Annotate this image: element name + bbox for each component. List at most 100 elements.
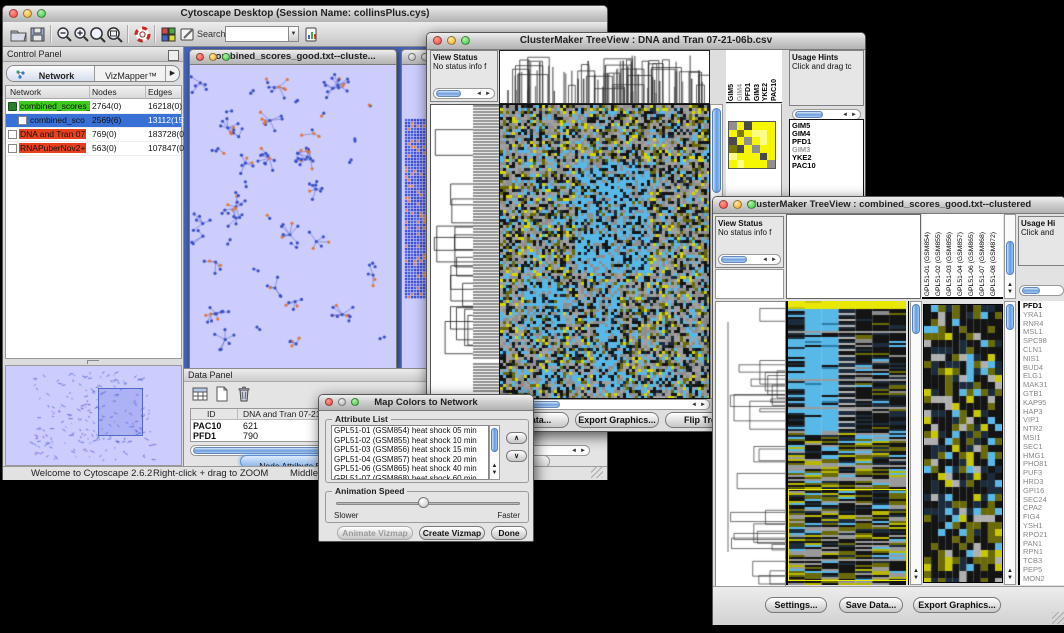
panel-splitter[interactable]: [87, 360, 99, 364]
col-header-nodes[interactable]: Nodes: [92, 87, 117, 97]
row-value[interactable]: 790: [243, 431, 258, 441]
scroll-up-arrow[interactable]: ▲: [1005, 568, 1015, 575]
minimize-button[interactable]: [23, 9, 32, 18]
attribute-list-item[interactable]: GPL51-07 (GSM868) heat shock 60 min: [332, 474, 488, 480]
speed-slider-thumb[interactable]: [418, 497, 429, 508]
scroll-up-arrow[interactable]: ▲: [490, 463, 499, 470]
treeview2-titlebar[interactable]: ClusterMaker TreeView : combined_scores_…: [713, 197, 1064, 214]
close-button[interactable]: [719, 200, 728, 209]
scrollbar-thumb[interactable]: [436, 90, 461, 97]
row-id[interactable]: PAC10: [193, 421, 221, 431]
close-button[interactable]: [9, 9, 18, 18]
attribute-table-icon[interactable]: [192, 386, 208, 402]
zoom-in-icon[interactable]: [73, 26, 90, 43]
network-table-row[interactable]: combined_sco2569(6)13112(15): [6, 114, 181, 128]
minimize-button[interactable]: [447, 36, 456, 45]
scroll-up-arrow[interactable]: ▲: [1005, 282, 1015, 289]
new-attribute-icon[interactable]: [214, 386, 230, 402]
move-up-button[interactable]: ∧: [506, 432, 527, 444]
close-button[interactable]: [325, 398, 333, 406]
help-lifesaver-icon[interactable]: [134, 26, 151, 43]
tv1-mini-heatmap[interactable]: [728, 121, 776, 169]
close-button[interactable]: [433, 36, 442, 45]
tv2-selection-rect[interactable]: [788, 489, 907, 581]
scroll-left-arrow[interactable]: ◄: [761, 255, 769, 265]
zoom-window-button[interactable]: [351, 398, 359, 406]
zoom-selected-icon[interactable]: [89, 26, 106, 43]
network-canvas[interactable]: [190, 65, 396, 368]
treeview1-titlebar[interactable]: ClusterMaker TreeView : DNA and Tran 07-…: [427, 33, 865, 50]
attribute-list-item[interactable]: GPL51-02 (GSM855) heat shock 10 min: [332, 436, 488, 446]
attribute-list-item[interactable]: GPL51-03 (GSM856) heat shock 15 min: [332, 445, 488, 455]
attribute-list-item[interactable]: GPL51-06 (GSM865) heat shock 40 min: [332, 464, 488, 474]
tv2-global-heatmap[interactable]: [923, 304, 1003, 583]
id-column-header[interactable]: ID: [207, 409, 216, 419]
row-value[interactable]: 621: [243, 421, 258, 431]
tv2-global-vscrollbar[interactable]: ▲ ▼: [1004, 301, 1016, 585]
scrollbar-thumb[interactable]: [491, 428, 498, 452]
float-panel-icon[interactable]: [168, 50, 179, 61]
zoom-out-icon[interactable]: [56, 26, 73, 43]
open-file-icon[interactable]: [10, 26, 27, 43]
zoom-window-button[interactable]: [222, 53, 230, 61]
save-session-icon[interactable]: [29, 26, 46, 43]
scroll-left-arrow[interactable]: ◄: [690, 400, 698, 410]
tv2-export-graphics-button[interactable]: Export Graphics...: [913, 597, 1001, 613]
scroll-down-arrow[interactable]: ▼: [911, 575, 921, 582]
zoom-window-button[interactable]: [37, 9, 46, 18]
filter-icon[interactable]: [303, 26, 320, 43]
animate-vizmap-button[interactable]: Animate Vizmap: [337, 526, 413, 540]
tv2-column-dendrogram-area[interactable]: [786, 214, 921, 299]
tv2-gene-label[interactable]: MON2: [1023, 575, 1064, 584]
zoom-window-button[interactable]: [461, 36, 470, 45]
row-id[interactable]: PFD1: [193, 431, 216, 441]
col-header-edges[interactable]: Edges: [148, 87, 172, 97]
tv1-row-dendrogram[interactable]: [430, 104, 500, 399]
close-button[interactable]: [196, 53, 204, 61]
scrollbar-thumb[interactable]: [912, 304, 920, 334]
zoom-window-button[interactable]: [747, 200, 756, 209]
tv1-status-scrollbar[interactable]: ◄ ►: [433, 88, 495, 99]
network-table-row[interactable]: DNA and Tran 07769(0)183728(0): [6, 128, 181, 142]
network-table-header[interactable]: Network Nodes Edges: [6, 86, 181, 99]
attribute-list-item[interactable]: GPL51-01 (GSM854) heat shock 05 min: [332, 426, 488, 436]
scrollbar-thumb[interactable]: [193, 447, 333, 454]
scroll-left-arrow[interactable]: ◄: [475, 89, 483, 99]
tab-overflow-arrow[interactable]: ▶: [165, 66, 179, 81]
tv2-usage-scrollbar[interactable]: [1019, 285, 1064, 296]
tv1-export-graphics-button[interactable]: Export Graphics...: [575, 412, 659, 428]
col-header-network[interactable]: Network: [10, 87, 41, 97]
tv2-status-scrollbar[interactable]: ◄ ►: [718, 254, 781, 265]
search-dropdown-button[interactable]: ▼: [288, 26, 299, 42]
search-input[interactable]: [225, 26, 291, 42]
scrollbar-thumb[interactable]: [721, 256, 747, 263]
tv1-heatmap[interactable]: [499, 104, 710, 399]
done-button[interactable]: Done: [491, 526, 527, 540]
tv2-save-data-button[interactable]: Save Data...: [839, 597, 903, 613]
annotation-icon[interactable]: [179, 26, 196, 43]
scroll-right-arrow[interactable]: ►: [770, 255, 778, 265]
scrollbar-thumb[interactable]: [712, 108, 721, 193]
scroll-right-arrow[interactable]: ►: [579, 446, 587, 456]
network-table-row[interactable]: combined_scores_2764(0)16218(0): [6, 100, 181, 114]
tv2-labels-vscrollbar[interactable]: ▲ ▼: [1004, 214, 1016, 299]
scroll-down-arrow[interactable]: ▼: [490, 470, 499, 477]
close-button[interactable]: [408, 53, 416, 61]
tv2-settings-button[interactable]: Settings...: [765, 597, 827, 613]
move-down-button[interactable]: ∨: [506, 450, 527, 462]
tv1-gene-label[interactable]: PAC10: [792, 162, 861, 170]
scroll-down-arrow[interactable]: ▼: [1005, 289, 1015, 296]
scrollbar-thumb[interactable]: [795, 111, 823, 118]
minimize-button[interactable]: [338, 398, 346, 406]
attribute-list-scrollbar[interactable]: ▲ ▼: [489, 425, 500, 480]
resize-grip[interactable]: [1052, 612, 1064, 624]
tab-network[interactable]: Network: [7, 66, 95, 81]
delete-attribute-icon[interactable]: [236, 385, 252, 402]
scrollbar-thumb[interactable]: [1006, 304, 1014, 330]
vizmapper-icon[interactable]: [160, 26, 177, 43]
zoom-fit-icon[interactable]: [106, 26, 123, 43]
scroll-right-arrow[interactable]: ►: [699, 400, 707, 410]
overview-viewport[interactable]: [98, 388, 143, 436]
tv2-row-dendrogram[interactable]: [715, 301, 786, 587]
network-table-row[interactable]: RNAPuberNov2+563(0)107847(0): [6, 142, 181, 156]
